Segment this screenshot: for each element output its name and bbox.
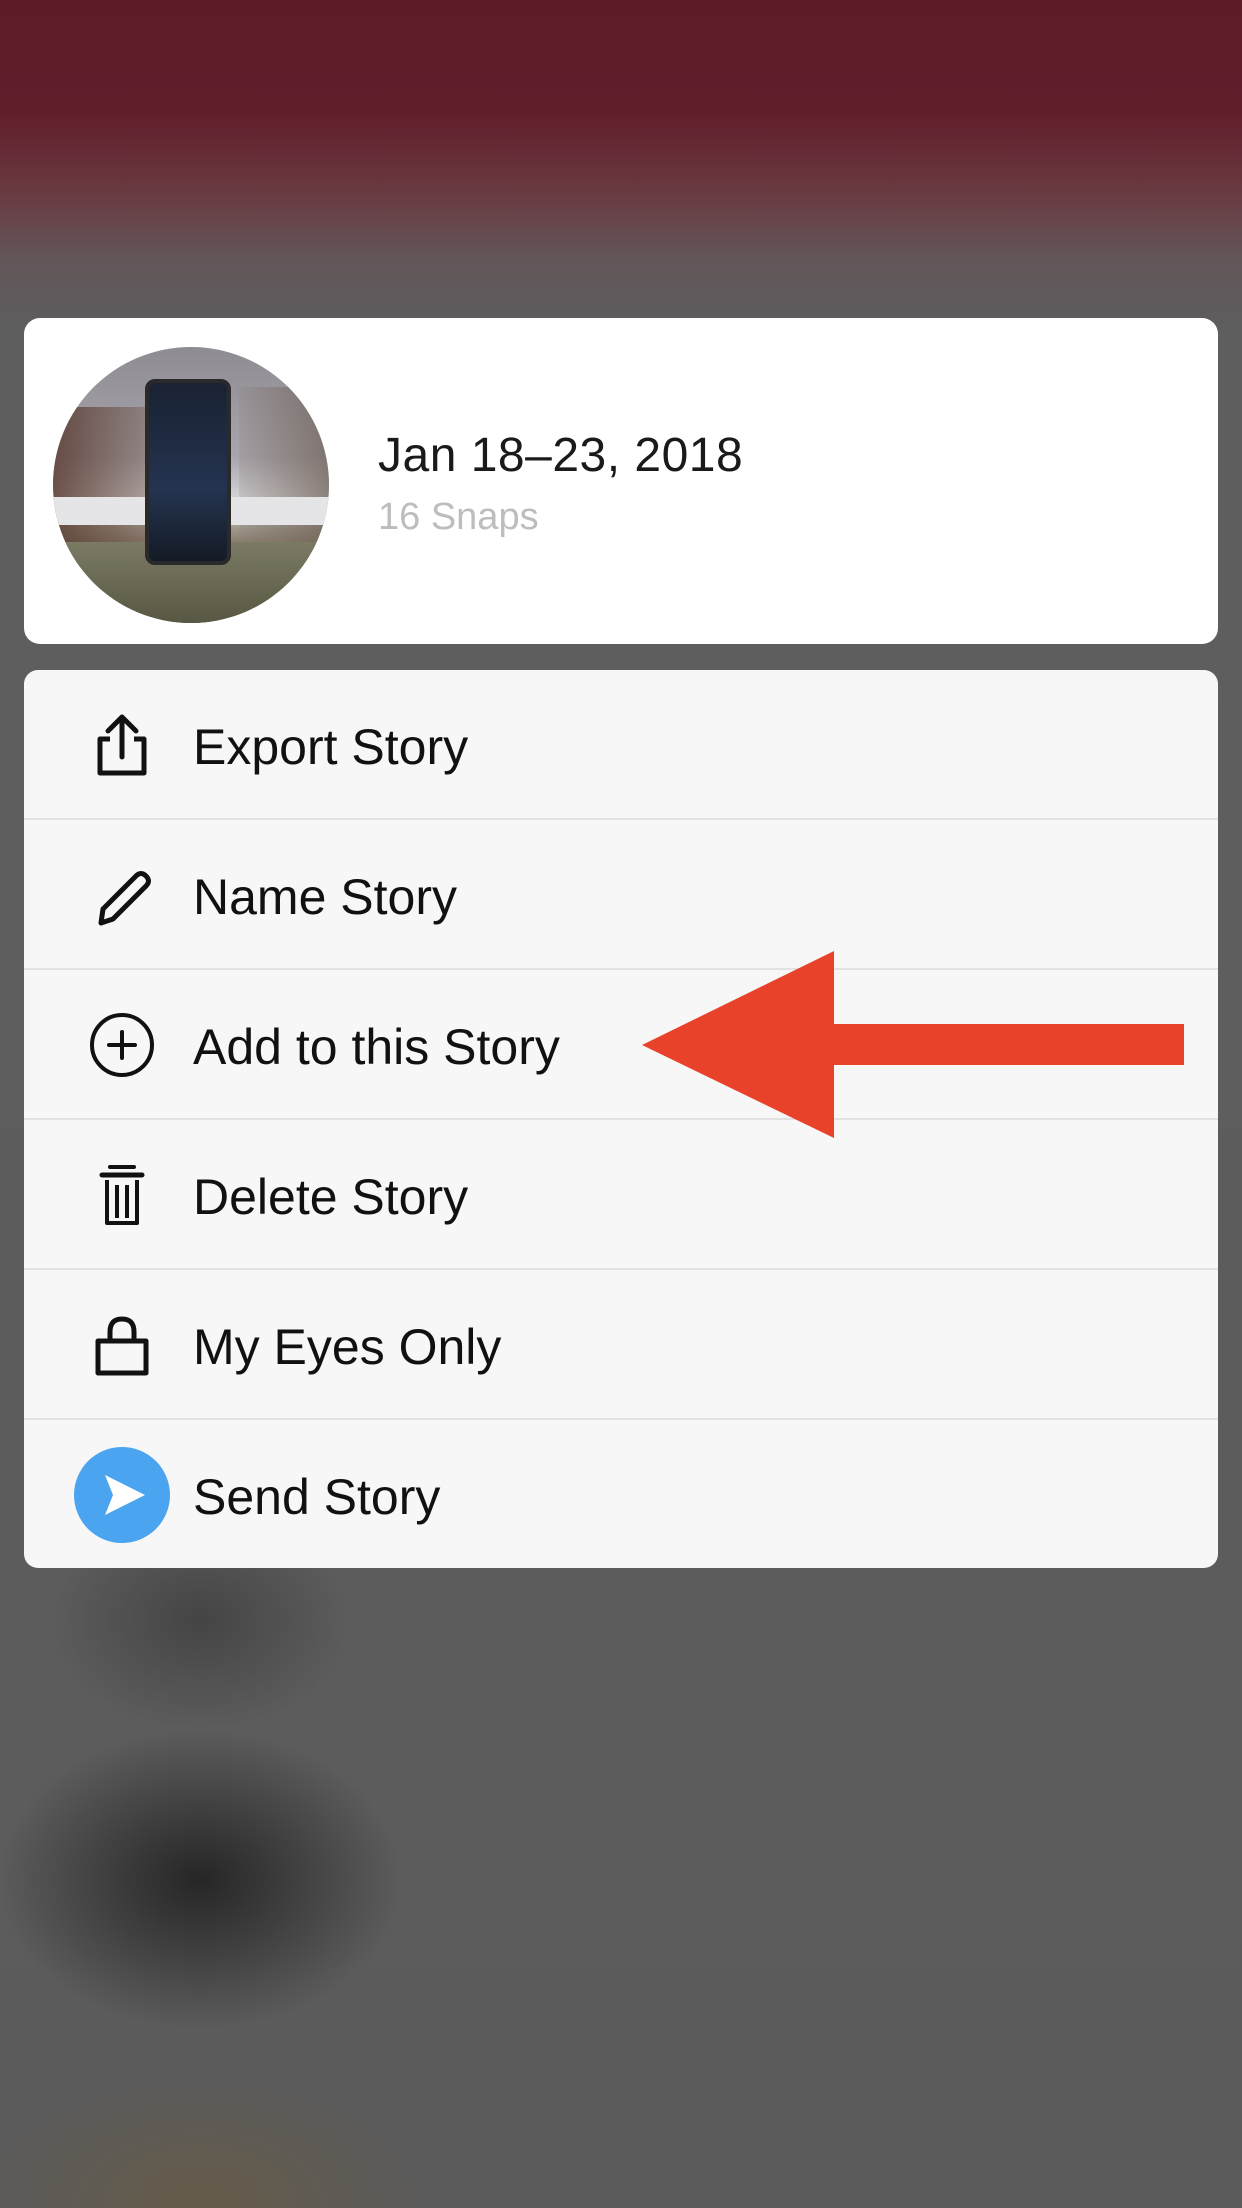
menu-item-label: Add to this Story	[193, 1019, 560, 1075]
menu-item-label: Send Story	[193, 1469, 441, 1525]
story-title: Jan 18–23, 2018	[378, 429, 744, 482]
story-snap-count: 16 Snaps	[378, 496, 539, 538]
story-header-card[interactable]: Jan 18–23, 2018 16 Snaps	[24, 318, 1218, 644]
menu-item-label: My Eyes Only	[193, 1319, 502, 1375]
send-icon	[74, 1447, 170, 1543]
menu-item-my-eyes-only[interactable]: My Eyes Only	[24, 1270, 1218, 1420]
share-icon	[74, 697, 170, 793]
menu-item-export-story[interactable]: Export Story	[24, 670, 1218, 820]
pencil-icon	[74, 847, 170, 943]
lock-icon	[74, 1297, 170, 1393]
annotation-arrow	[640, 945, 1190, 1145]
story-thumbnail	[53, 347, 329, 623]
trash-icon	[74, 1147, 170, 1243]
menu-item-send-story[interactable]: Send Story	[24, 1420, 1218, 1568]
menu-item-label: Name Story	[193, 869, 457, 925]
plus-circle-icon	[74, 997, 170, 1093]
menu-item-label: Export Story	[193, 719, 469, 775]
menu-item-label: Delete Story	[193, 1169, 469, 1225]
